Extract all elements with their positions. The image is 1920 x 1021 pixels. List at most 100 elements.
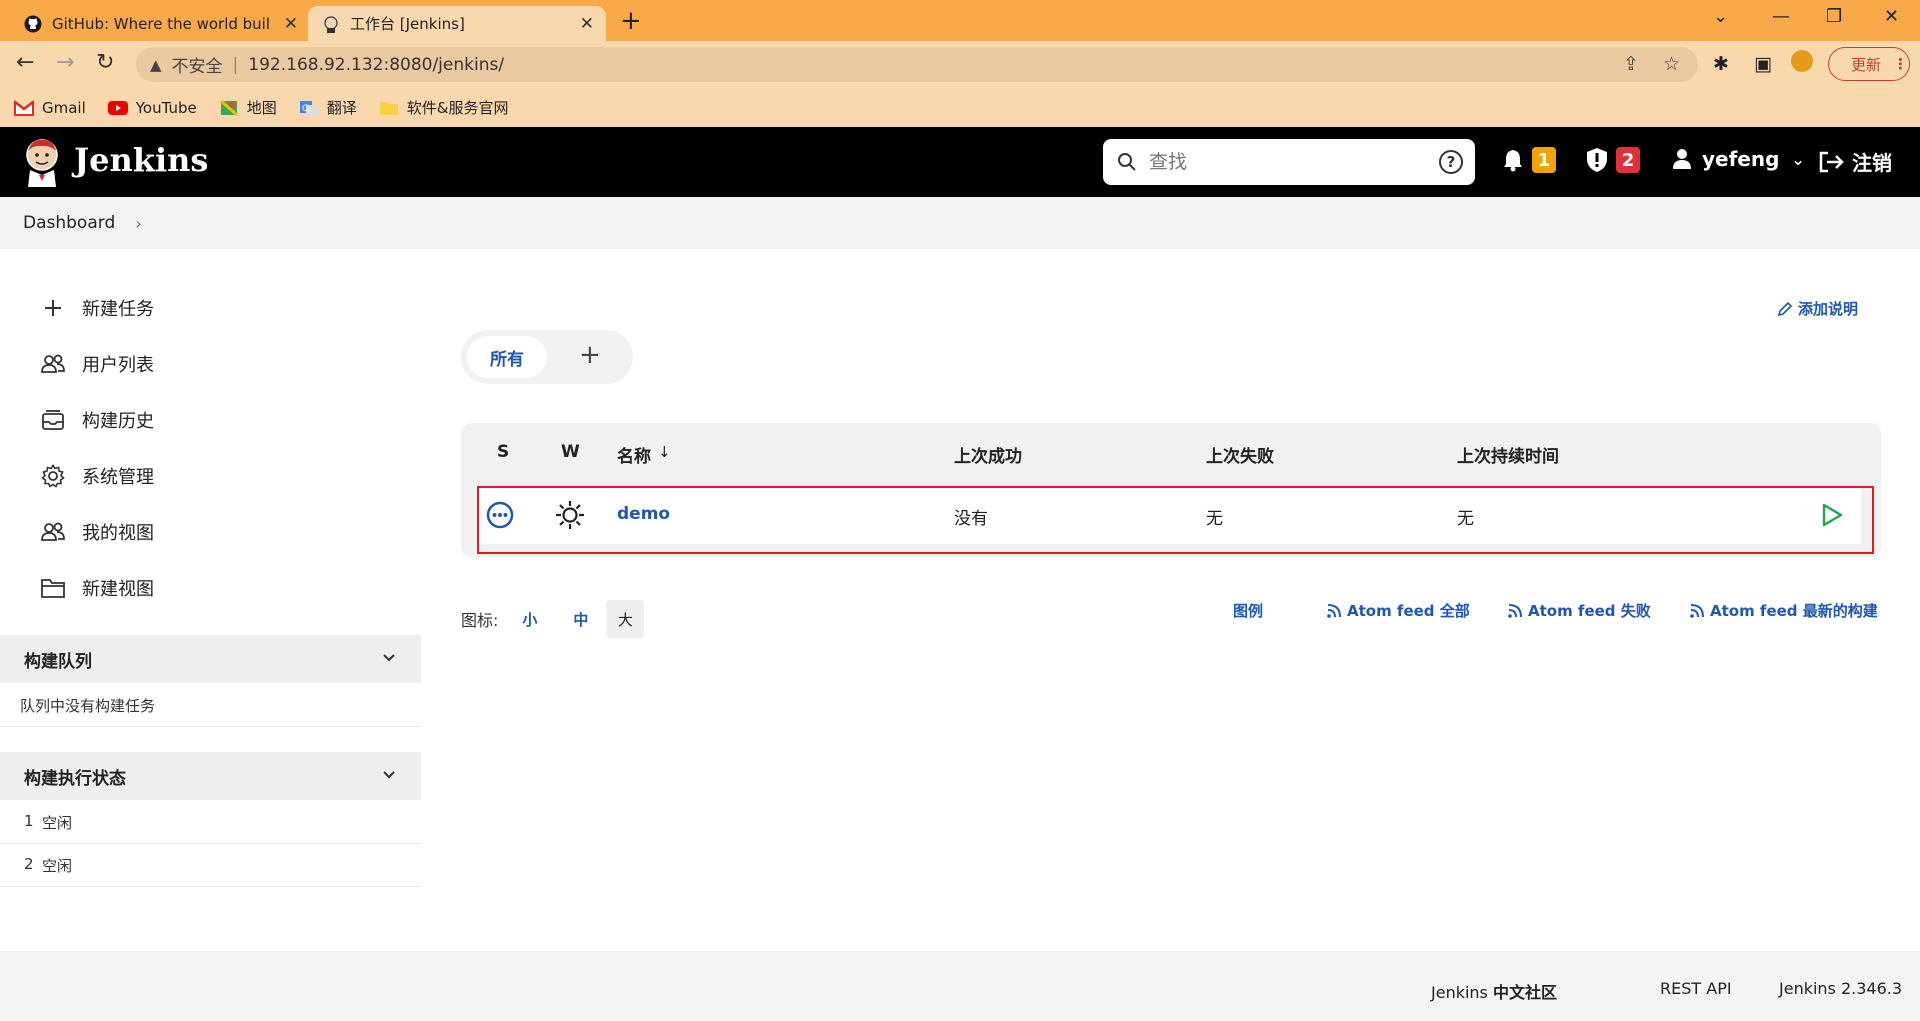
tab-jenkins[interactable]: 工作台 [Jenkins] ✕ [308, 6, 606, 41]
breadcrumb: Dashboard › [0, 197, 1920, 249]
back-button[interactable]: ← [16, 51, 34, 75]
profile-avatar[interactable] [1791, 50, 1813, 72]
legend-link[interactable]: 图例 [1233, 600, 1263, 621]
feed-all-link[interactable]: Atom feed 全部 [1326, 600, 1470, 621]
help-icon[interactable]: ? [1439, 150, 1463, 174]
close-window-button[interactable]: ✕ [1884, 6, 1899, 27]
omnibox[interactable]: ▲ 不安全 | 192.168.92.132:8080/jenkins/ ⇪ ☆ [136, 47, 1698, 82]
sort-arrow-icon[interactable]: ↓ [658, 443, 671, 461]
sidebar-item-label: 系统管理 [82, 467, 154, 488]
translate-icon: G [299, 100, 319, 116]
feed-failed-link[interactable]: Atom feed 失败 [1507, 600, 1651, 621]
close-icon[interactable]: ✕ [284, 14, 298, 34]
column-header-last-success[interactable]: 上次成功 [954, 442, 1022, 467]
sidebar-item-build-history[interactable]: 构建历史 [40, 407, 154, 433]
community-link[interactable]: Jenkins 中文社区 [1431, 979, 1557, 1003]
executor-status-title: 构建执行状态 [24, 768, 126, 789]
bookmark-label: 翻译 [326, 99, 357, 117]
column-header-last-failure[interactable]: 上次失败 [1206, 442, 1274, 467]
svg-text:G: G [302, 104, 309, 114]
build-queue-header[interactable]: 构建队列 [0, 635, 421, 683]
search-input[interactable] [1149, 151, 1419, 173]
tab-all[interactable]: 所有 [467, 336, 547, 378]
maps-icon [219, 99, 239, 116]
share-icon[interactable]: ⇪ [1623, 53, 1639, 75]
divider: | [232, 54, 239, 75]
jenkins-header: Jenkins ? 1 2 yefeng ⌄ 注销 [0, 127, 1920, 197]
feed-label: Atom feed 最新的构建 [1710, 602, 1878, 620]
add-description-label: 添加说明 [1798, 300, 1859, 318]
build-queue-title: 构建队列 [24, 651, 92, 672]
search-box[interactable]: ? [1103, 139, 1475, 185]
sidebar-item-label: 构建历史 [82, 411, 154, 432]
column-header-status[interactable]: S [497, 442, 509, 462]
forward-button[interactable]: → [56, 51, 74, 75]
view-tabs: 所有 + [461, 330, 633, 384]
sidebar-item-new-view[interactable]: 新建视图 [40, 575, 154, 601]
shield-icon [1587, 148, 1607, 172]
star-icon[interactable]: ☆ [1663, 53, 1680, 75]
sidepanel-icon[interactable]: ▣ [1754, 53, 1772, 75]
breadcrumb-dashboard[interactable]: Dashboard [23, 213, 115, 233]
divider [0, 726, 421, 727]
bookmark-gmail[interactable]: Gmail [14, 99, 86, 117]
tab-title: GitHub: Where the world build [52, 14, 270, 33]
divider [0, 886, 421, 887]
extensions-icon[interactable]: ✱ [1713, 53, 1729, 75]
security-button[interactable]: 2 [1586, 147, 1640, 173]
close-icon[interactable]: ✕ [580, 14, 594, 34]
chevron-down-icon[interactable] [381, 649, 397, 665]
sidebar-item-new-job[interactable]: 新建任务 [40, 295, 154, 321]
app-title[interactable]: Jenkins [74, 141, 208, 179]
bookmark-youtube[interactable]: YouTube [107, 99, 197, 117]
column-header-last-duration[interactable]: 上次持续时间 [1457, 442, 1559, 467]
sidebar-item-my-views[interactable]: 我的视图 [40, 519, 154, 545]
add-description-link[interactable]: 添加说明 [1777, 298, 1858, 319]
reload-button[interactable]: ↻ [96, 51, 114, 75]
logout-button[interactable]: 注销 [1818, 147, 1892, 176]
sidebar-item-manage[interactable]: 系统管理 [40, 463, 154, 489]
bookmark-label: Gmail [42, 98, 86, 117]
add-view-button[interactable]: + [579, 340, 601, 370]
sidebar-item-label: 用户列表 [82, 355, 154, 376]
bookmark-maps[interactable]: 地图 [219, 97, 277, 118]
jenkins-logo-icon[interactable] [22, 137, 62, 187]
executor-status-header[interactable]: 构建执行状态 [0, 752, 421, 800]
url-text[interactable]: 192.168.92.132:8080/jenkins/ [248, 55, 504, 75]
icon-size-small[interactable]: 小 [522, 609, 537, 630]
executor-number: 1 [24, 812, 34, 830]
community-suffix: 中文社区 [1492, 983, 1557, 1002]
restore-button[interactable]: ❐ [1826, 6, 1842, 27]
user-name: yefeng [1702, 147, 1780, 171]
sidebar-item-label: 新建视图 [82, 579, 154, 600]
icon-size-large[interactable]: 大 [606, 600, 645, 638]
chevron-right-icon[interactable]: › [135, 214, 141, 233]
column-header-name[interactable]: 名称 [617, 442, 651, 467]
icon-size-medium[interactable]: 中 [573, 609, 588, 630]
notifications-button[interactable]: 1 [1502, 147, 1556, 173]
history-icon [40, 407, 66, 433]
chevron-down-icon[interactable]: ⌄ [1713, 6, 1728, 27]
update-label: 更新 [1851, 55, 1882, 74]
version-link[interactable]: Jenkins 2.346.3 [1779, 979, 1902, 998]
feed-latest-link[interactable]: Atom feed 最新的构建 [1689, 600, 1878, 621]
chevron-down-icon: ⌄ [1791, 149, 1805, 169]
logout-label: 注销 [1852, 151, 1892, 175]
sidebar-item-label: 我的视图 [82, 523, 154, 544]
minimize-button[interactable]: — [1772, 6, 1790, 27]
update-button[interactable]: 更新 ⋮ [1828, 47, 1910, 81]
new-tab-button[interactable]: + [620, 8, 642, 34]
bookmark-folder[interactable]: 软件&服务官网 [379, 97, 509, 118]
user-menu[interactable]: yefeng ⌄ [1672, 147, 1805, 171]
people-icon [40, 519, 66, 545]
folder-icon [379, 100, 399, 116]
logout-icon [1819, 151, 1844, 172]
sidebar-item-users[interactable]: 用户列表 [40, 351, 154, 377]
bookmark-translate[interactable]: G 翻译 [299, 97, 357, 118]
rest-api-link[interactable]: REST API [1660, 979, 1732, 998]
github-icon [24, 15, 42, 33]
executor-status: 空闲 [42, 857, 73, 875]
column-header-weather[interactable]: W [561, 442, 580, 462]
tab-github[interactable]: GitHub: Where the world build ✕ [12, 6, 310, 41]
chevron-down-icon[interactable] [381, 766, 397, 782]
